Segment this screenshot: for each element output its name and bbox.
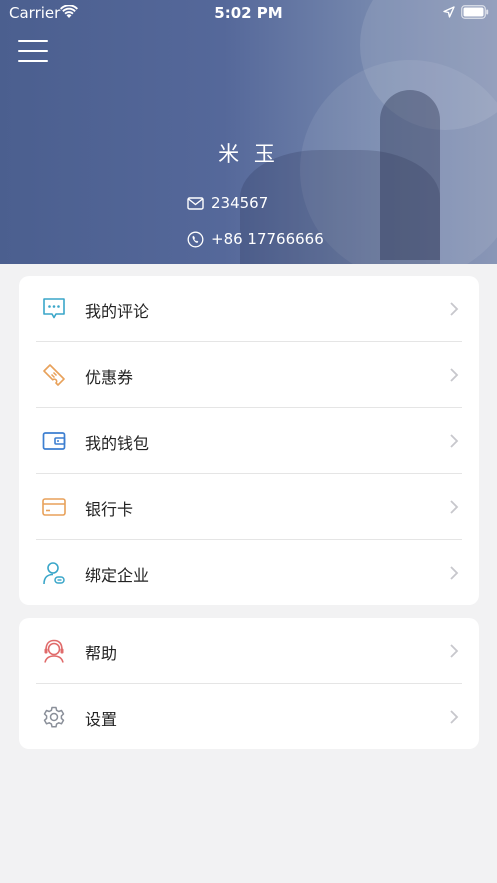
menu-item-label: 我的评论 [85,302,150,321]
wallet-icon [42,432,66,450]
menu-line [18,60,48,62]
menu-item-label: 绑定企业 [85,566,150,585]
menu-line [18,50,48,52]
user-name: 米 玉 [218,142,279,166]
mail-icon [187,196,204,210]
menu-item-label: 银行卡 [85,500,134,519]
bind-company-icon [43,562,65,585]
chevron-right-icon [450,566,459,580]
location-arrow-icon [443,6,455,18]
comment-icon [43,298,65,319]
hamburger-menu-button[interactable] [18,38,48,64]
chevron-right-icon [450,644,459,658]
email-value: 234567 [211,194,269,212]
menu-card-primary: 我的评论 优惠券 我的钱包 银行卡 绑定企业 [19,276,479,605]
menu-item-bind-company[interactable]: 绑定企业 [19,540,479,606]
phone-icon [187,231,204,247]
chevron-right-icon [450,500,459,514]
header-photo-decoration [380,90,440,260]
phone-row: +86 17766666 [187,230,324,248]
menu-item-help[interactable]: 帮助 [19,618,479,684]
menu-card-secondary: 帮助 设置 [19,618,479,749]
menu-item-label: 帮助 [85,644,118,663]
menu-item-label: 我的钱包 [85,434,150,453]
bank-card-icon [42,498,66,516]
chevron-right-icon [450,434,459,448]
menu-item-coupons[interactable]: 优惠券 [19,342,479,408]
chevron-right-icon [450,368,459,382]
help-icon [44,639,64,663]
settings-icon [43,706,65,728]
menu-item-settings[interactable]: 设置 [19,684,479,750]
menu-item-bank-card[interactable]: 银行卡 [19,474,479,540]
status-bar: Carrier 5:02 PM [0,0,497,26]
menu-item-my-wallet[interactable]: 我的钱包 [19,408,479,474]
email-row: 234567 [187,194,268,212]
menu-line [18,40,48,42]
battery-icon [461,5,489,19]
coupon-icon [43,364,65,386]
phone-value: +86 17766666 [211,230,324,248]
chevron-right-icon [450,302,459,316]
chevron-right-icon [450,710,459,724]
profile-header: Carrier 5:02 PM 米 玉 234567 +86 17766666 [0,0,497,264]
menu-item-my-comments[interactable]: 我的评论 [19,276,479,342]
clock-time: 5:02 PM [214,4,283,22]
menu-item-label: 设置 [85,710,118,729]
menu-item-label: 优惠券 [85,368,134,387]
